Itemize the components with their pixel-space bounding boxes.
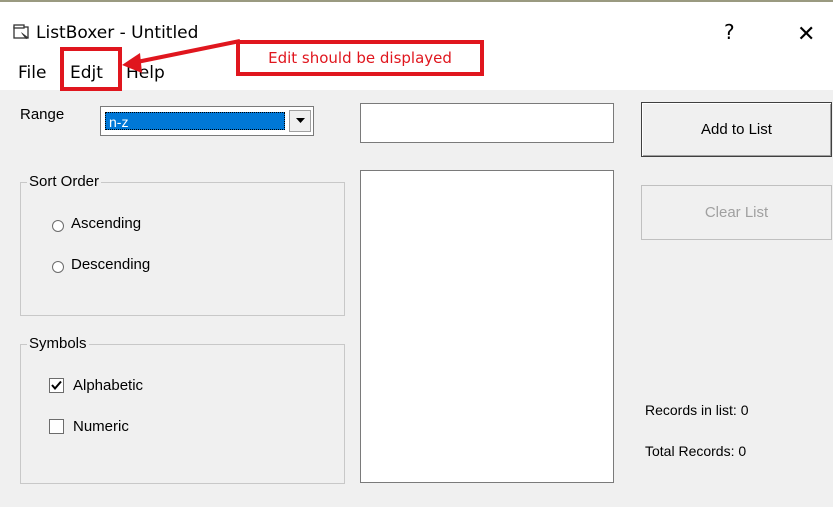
- ascending-radio[interactable]: [52, 220, 64, 232]
- annotation-arrow: [122, 39, 241, 73]
- alphabetic-label[interactable]: Alphabetic: [73, 377, 143, 394]
- entry-input[interactable]: [360, 103, 614, 143]
- sort-order-group: [20, 182, 345, 316]
- annotation-label: Edit should be displayed: [236, 40, 484, 76]
- descending-radio[interactable]: [52, 261, 64, 273]
- symbols-title: Symbols: [27, 335, 89, 352]
- app-icon: [13, 24, 33, 40]
- close-icon[interactable]: ✕: [797, 22, 815, 47]
- symbols-group: [20, 344, 345, 484]
- chevron-down-icon: [296, 118, 305, 123]
- range-combobox[interactable]: n-z: [100, 106, 314, 136]
- help-icon[interactable]: ?: [724, 20, 735, 44]
- range-selected-value: n-z: [105, 112, 285, 130]
- descending-label[interactable]: Descending: [71, 256, 150, 273]
- range-label: Range: [20, 106, 65, 123]
- numeric-label[interactable]: Numeric: [73, 418, 129, 435]
- checkmark-icon: [51, 380, 62, 391]
- records-listbox[interactable]: [360, 170, 614, 483]
- ascending-label[interactable]: Ascending: [71, 215, 141, 232]
- clear-list-button[interactable]: Clear List: [641, 185, 832, 240]
- sort-order-title: Sort Order: [27, 173, 102, 190]
- add-to-list-button[interactable]: Add to List: [641, 102, 832, 157]
- alphabetic-checkbox[interactable]: [49, 378, 64, 393]
- total-records-label: Total Records: 0: [645, 443, 747, 459]
- dropdown-button[interactable]: [289, 110, 311, 132]
- records-in-list-label: Records in list: 0: [645, 402, 749, 418]
- menu-file[interactable]: File: [18, 63, 46, 83]
- numeric-checkbox[interactable]: [49, 419, 64, 434]
